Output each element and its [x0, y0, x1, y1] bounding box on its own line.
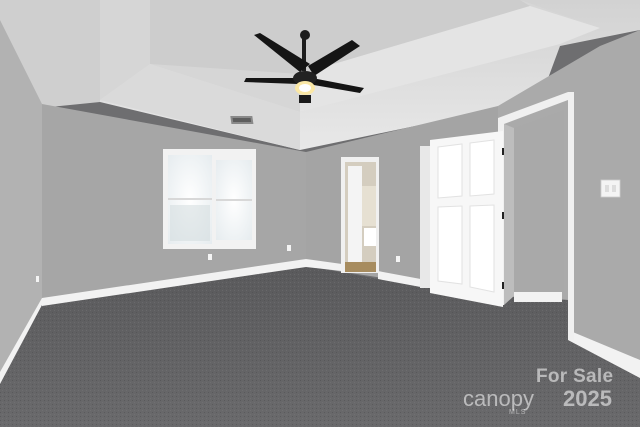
watermark-for-sale: For Sale — [536, 366, 614, 387]
outlet — [36, 276, 39, 282]
door-hinge — [502, 282, 504, 289]
outlet — [208, 254, 212, 260]
door-hinge — [502, 148, 504, 155]
watermark-mls: MLS — [509, 409, 527, 416]
door-hinge — [502, 212, 504, 219]
room-illustration — [0, 0, 640, 427]
outlet — [396, 256, 400, 262]
light-switch[interactable] — [600, 179, 621, 198]
bedroom-photo: For Sale canopy 2025 MLS — [0, 0, 640, 427]
watermark-year: 2025 — [563, 386, 612, 411]
baseboard-closet — [514, 292, 562, 302]
bathroom-door — [348, 166, 362, 268]
closet-interior — [514, 110, 564, 292]
outlet — [287, 245, 291, 251]
